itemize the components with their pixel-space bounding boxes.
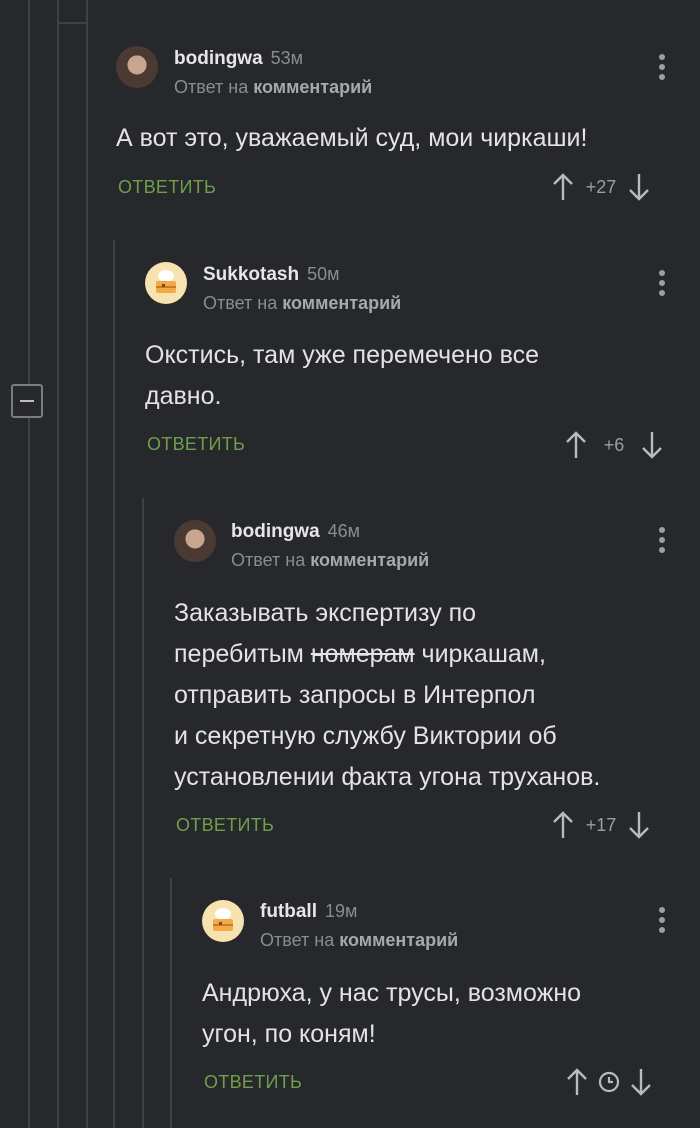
upvote-icon[interactable] <box>552 172 574 202</box>
thread-line <box>113 240 115 1128</box>
reply-target-link[interactable]: комментарий <box>339 930 458 950</box>
reply-prefix: Ответ на <box>231 550 306 570</box>
reply-prefix: Ответ на <box>260 930 335 950</box>
timestamp: 50м <box>307 264 340 284</box>
reply-target-link[interactable]: комментарий <box>253 77 372 97</box>
thread-line <box>142 498 144 1128</box>
reply-prefix: Ответ на <box>203 293 278 313</box>
comment-text-line: установлении факта угона труханов. <box>174 763 601 791</box>
upvote-icon[interactable] <box>566 1067 588 1097</box>
reply-prefix: Ответ на <box>174 77 249 97</box>
comment-text-line: отправить запросы в Интерпол <box>174 681 536 709</box>
score: +6 <box>603 434 625 455</box>
reply-target-link[interactable]: комментарий <box>310 550 429 570</box>
downvote-icon[interactable] <box>641 430 663 460</box>
minus-icon <box>20 400 34 402</box>
avatar[interactable] <box>174 520 216 562</box>
downvote-icon[interactable] <box>628 810 650 840</box>
timestamp: 53м <box>270 48 304 68</box>
comment-text-line: Заказывать экспертизу по <box>174 599 477 627</box>
reply-button[interactable]: ответить <box>176 815 274 836</box>
username[interactable]: Sukkotash <box>203 264 299 285</box>
more-options-icon[interactable] <box>658 54 666 80</box>
vote-controls <box>566 1067 652 1097</box>
comment-body: Окстись, там уже перемечено все давно. <box>145 335 539 417</box>
comment-text-line: Андрюха, у нас трусы, возможно <box>202 979 582 1007</box>
timestamp: 46м <box>327 521 361 541</box>
reply-button[interactable]: ответить <box>204 1072 302 1093</box>
comment-text-line: и секретную службу Виктории об <box>174 722 557 750</box>
downvote-icon[interactable] <box>628 172 650 202</box>
thread-line <box>57 0 59 1128</box>
comment-body: А вот это, уважаемый суд, мои чиркаши! <box>116 118 587 159</box>
cake-icon <box>213 908 233 931</box>
thread-connector <box>57 22 88 24</box>
comment-body: Андрюха, у нас трусы, возможно угон, по … <box>202 973 581 1055</box>
clock-icon <box>598 1071 620 1093</box>
collapse-thread-button[interactable] <box>11 384 43 418</box>
cake-icon <box>156 270 176 293</box>
vote-controls: +27 <box>552 172 650 202</box>
reply-target-link[interactable]: комментарий <box>282 293 401 313</box>
vote-controls: +6 <box>565 430 663 460</box>
thread-line <box>28 0 30 1128</box>
vote-controls: +17 <box>552 810 650 840</box>
avatar[interactable] <box>116 46 158 88</box>
more-options-icon[interactable] <box>658 270 666 296</box>
thread-line <box>86 0 88 1128</box>
thread-line <box>170 878 172 1128</box>
comment-text-line: А вот это, уважаемый суд, мои чиркаши! <box>116 124 588 152</box>
downvote-icon[interactable] <box>630 1067 652 1097</box>
score: +17 <box>585 814 617 835</box>
comment-text-line: угон, по коням! <box>202 1020 376 1048</box>
reply-button[interactable]: ответить <box>118 177 216 198</box>
comment-text-line: Окстись, там уже перемечено все <box>145 341 540 369</box>
username[interactable]: futball <box>260 901 317 922</box>
reply-button[interactable]: ответить <box>147 434 245 455</box>
username[interactable]: bodingwa <box>174 48 263 69</box>
upvote-icon[interactable] <box>552 810 574 840</box>
comment-body: Заказывать экспертизу по перебитым номер… <box>174 593 600 798</box>
avatar[interactable] <box>202 900 244 942</box>
comment-text-line: давно. <box>145 382 222 410</box>
more-options-icon[interactable] <box>658 907 666 933</box>
comment-text-line: перебитым номерам чиркашам, <box>174 640 546 668</box>
avatar[interactable] <box>145 262 187 304</box>
timestamp: 19м <box>325 901 358 921</box>
username[interactable]: bodingwa <box>231 521 320 542</box>
score: +27 <box>585 176 617 197</box>
upvote-icon[interactable] <box>565 430 587 460</box>
strikethrough-text: номерам <box>310 640 415 668</box>
more-options-icon[interactable] <box>658 527 666 553</box>
